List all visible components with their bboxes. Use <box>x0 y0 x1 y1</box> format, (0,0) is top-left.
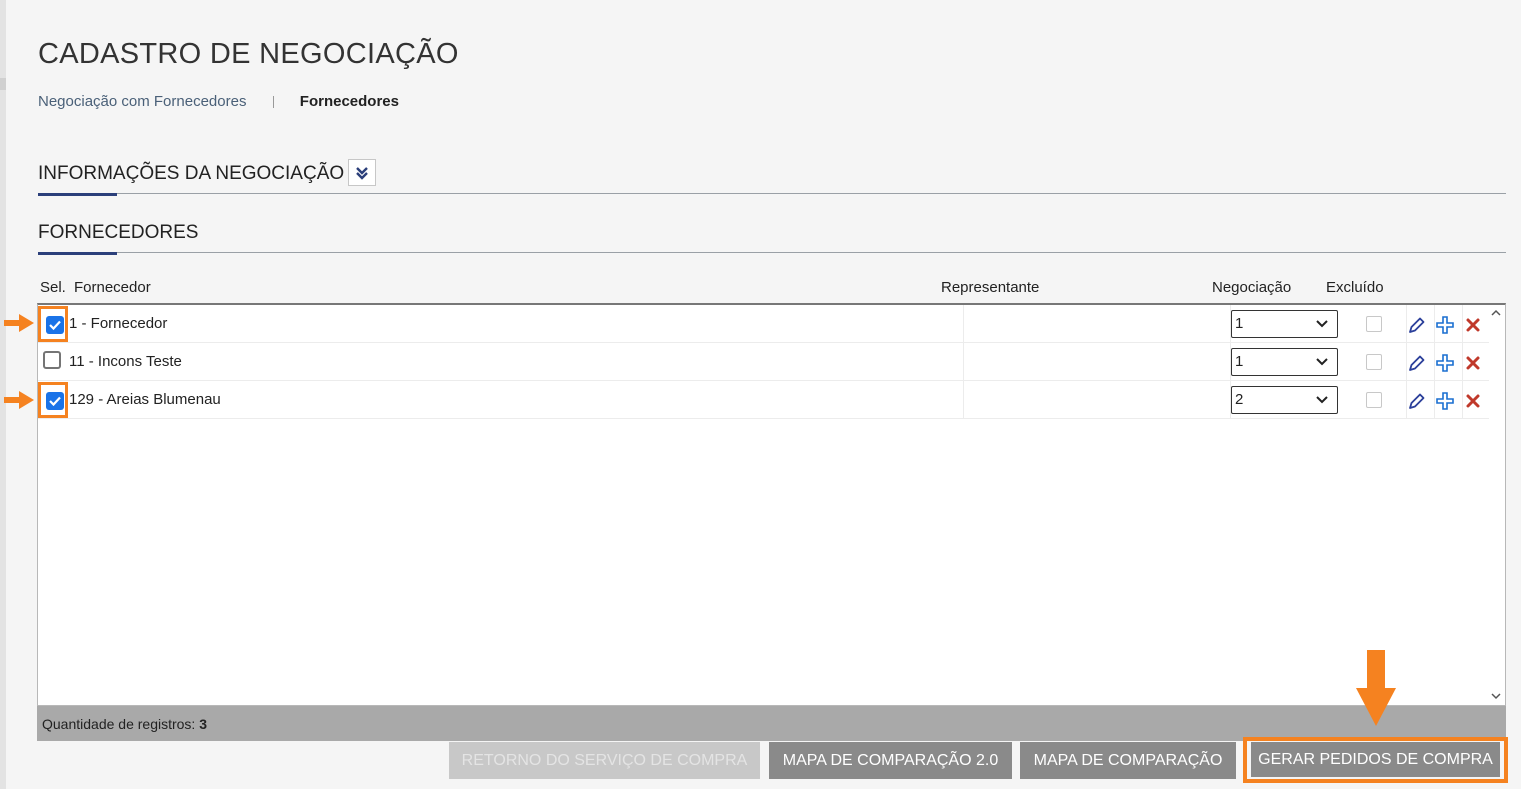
section-underline-info <box>38 193 117 196</box>
chevron-down-icon <box>1316 320 1328 328</box>
retorno-servico-compra-button[interactable]: RETORNO DO SERVIÇO DE COMPRA <box>449 742 760 779</box>
row-select-highlight <box>38 382 68 418</box>
suppliers-grid: 1 - Fornecedor 1 11 - Incons Teste 1 129… <box>37 303 1506 706</box>
supplier-name: 129 - Areias Blumenau <box>69 391 221 408</box>
mapa-comparacao-button[interactable]: MAPA DE COMPARAÇÃO <box>1020 742 1236 779</box>
page-title: CADASTRO DE NEGOCIAÇÃO <box>38 38 459 70</box>
scroll-up-icon[interactable] <box>1491 309 1501 317</box>
collapse-info-button[interactable] <box>348 159 376 186</box>
column-divider <box>963 343 964 381</box>
record-count: Quantidade de registros: 3 <box>42 716 207 732</box>
row-select-highlight <box>38 306 68 342</box>
excluded-checkbox[interactable] <box>1366 392 1382 408</box>
negotiation-select[interactable]: 1 <box>1231 348 1338 376</box>
negotiation-select-value: 2 <box>1235 391 1244 408</box>
record-count-value: 3 <box>199 716 208 732</box>
close-icon[interactable] <box>1463 315 1483 335</box>
breadcrumb-link-negociacao[interactable]: Negociação com Fornecedores <box>38 93 246 110</box>
annotation-arrow-down-icon <box>1356 650 1396 726</box>
scroll-down-icon[interactable] <box>1491 692 1501 700</box>
column-divider <box>963 381 964 419</box>
table-row[interactable]: 1 - Fornecedor 1 <box>38 305 1490 343</box>
row-select-checkbox[interactable] <box>46 316 64 334</box>
double-chevron-down-icon <box>356 166 368 180</box>
gerar-pedidos-compra-button[interactable]: GERAR PEDIDOS DE COMPRA <box>1251 742 1500 777</box>
excluded-checkbox[interactable] <box>1366 316 1382 332</box>
close-icon[interactable] <box>1463 391 1483 411</box>
column-header-sel: Sel. <box>40 279 66 296</box>
chevron-down-icon <box>1316 396 1328 404</box>
plus-icon[interactable] <box>1435 353 1455 373</box>
section-divider-info <box>38 193 1506 194</box>
supplier-name: 1 - Fornecedor <box>69 315 168 332</box>
column-header-supplier: Fornecedor <box>74 279 151 296</box>
pencil-icon[interactable] <box>1407 353 1427 373</box>
negotiation-select-value: 1 <box>1235 315 1244 332</box>
row-select-area <box>38 344 68 380</box>
check-icon <box>49 396 61 407</box>
section-divider-suppliers <box>38 252 1506 253</box>
table-row[interactable]: 129 - Areias Blumenau 2 <box>38 381 1490 419</box>
record-count-label: Quantidade de registros: <box>42 716 196 732</box>
mapa-comparacao-2-button[interactable]: MAPA DE COMPARAÇÃO 2.0 <box>769 742 1012 779</box>
grid-footer: Quantidade de registros: 3 <box>37 706 1506 741</box>
breadcrumb-separator <box>272 96 274 109</box>
row-select-checkbox[interactable] <box>46 392 64 410</box>
pencil-icon[interactable] <box>1407 391 1427 411</box>
excluded-checkbox[interactable] <box>1366 354 1382 370</box>
column-header-excluded: Excluído <box>1326 279 1384 296</box>
negotiation-select[interactable]: 1 <box>1231 310 1338 338</box>
pencil-icon[interactable] <box>1407 315 1427 335</box>
annotation-arrow-right-icon <box>4 314 34 332</box>
negotiation-select-value: 1 <box>1235 353 1244 370</box>
plus-icon[interactable] <box>1435 315 1455 335</box>
table-row[interactable]: 11 - Incons Teste 1 <box>38 343 1490 381</box>
annotation-arrow-right-icon <box>4 391 34 409</box>
section-title-info: INFORMAÇÕES DA NEGOCIAÇÃO <box>38 163 345 184</box>
column-divider <box>963 305 964 343</box>
plus-icon[interactable] <box>1435 391 1455 411</box>
check-icon <box>49 320 61 331</box>
column-header-representative: Representante <box>941 279 1040 296</box>
left-edge-marker <box>0 78 6 90</box>
close-icon[interactable] <box>1463 353 1483 373</box>
chevron-down-icon <box>1316 358 1328 366</box>
column-header-negotiation: Negociação <box>1212 279 1292 296</box>
breadcrumb-current: Fornecedores <box>299 93 399 110</box>
grid-scrollbar[interactable] <box>1489 305 1505 704</box>
supplier-name: 11 - Incons Teste <box>69 353 182 370</box>
section-title-suppliers: FORNECEDORES <box>38 222 199 243</box>
section-underline-suppliers <box>38 252 117 255</box>
row-select-checkbox[interactable] <box>43 351 61 369</box>
breadcrumb: Negociação com Fornecedores Fornecedores <box>38 93 399 110</box>
negotiation-select[interactable]: 2 <box>1231 386 1338 414</box>
